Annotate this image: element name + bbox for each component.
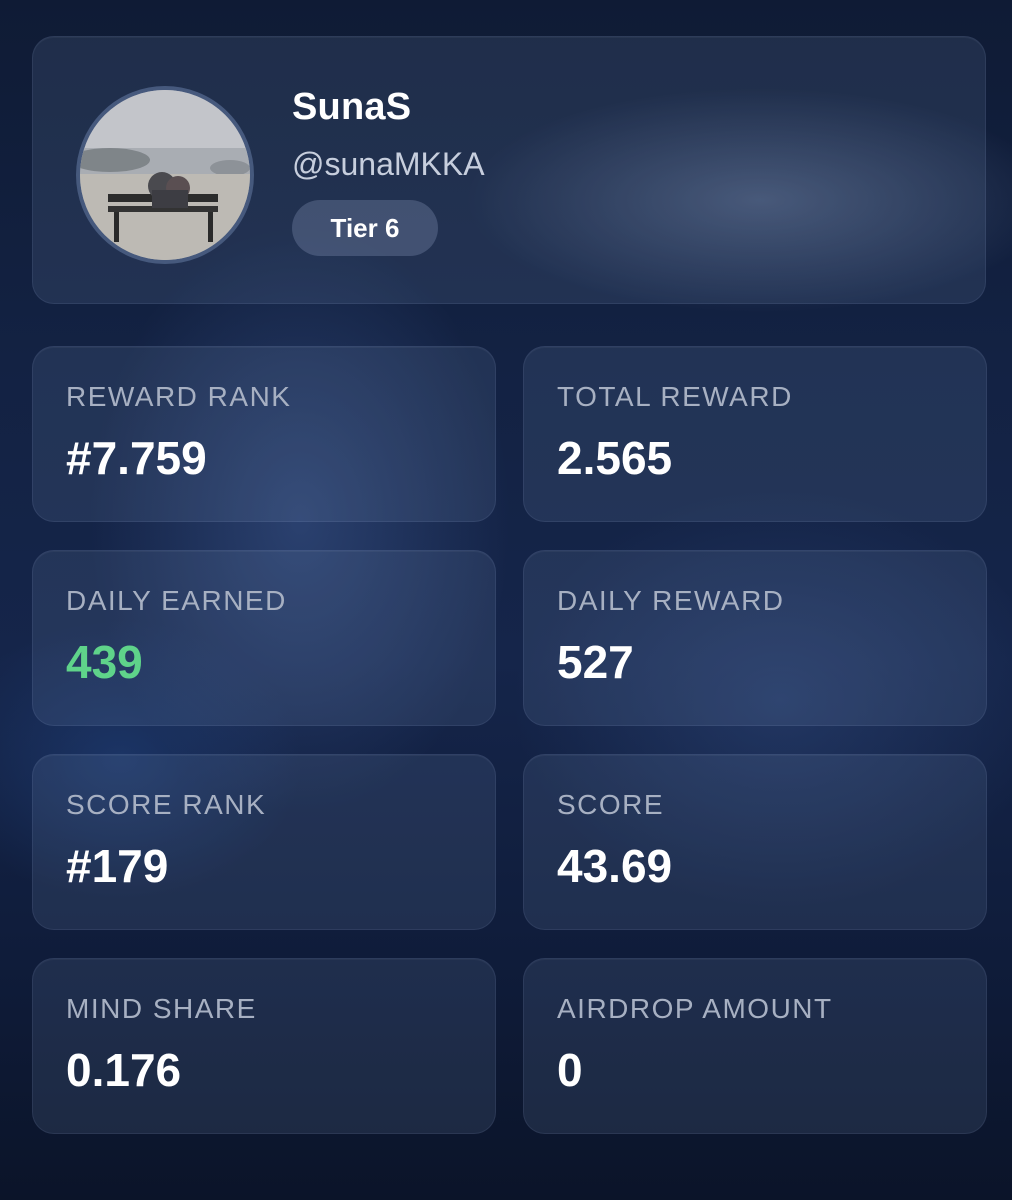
stat-value: 43.69 — [557, 840, 673, 892]
stat-label: DAILY REWARD — [557, 585, 785, 616]
profile-name: SunaS — [292, 86, 412, 128]
stat-label: MIND SHARE — [66, 993, 257, 1024]
stat-card-mind-share: MIND SHARE 0.176 — [32, 958, 496, 1134]
dashboard: SunaS @sunaMKKA Tier 6 REWARD RANK #7.75… — [0, 0, 1012, 1200]
stat-value: #7.759 — [66, 432, 207, 484]
stat-label: TOTAL REWARD — [557, 381, 793, 412]
stat-card-total-reward: TOTAL REWARD 2.565 — [523, 346, 987, 522]
profile-handle: @sunaMKKA — [292, 146, 485, 182]
stat-value: 0.176 — [66, 1044, 182, 1096]
stat-label: SCORE RANK — [66, 789, 267, 820]
stat-value: 0 — [557, 1044, 583, 1096]
stat-value: 439 — [66, 636, 143, 688]
avatar[interactable] — [76, 86, 254, 264]
stat-card-score-rank: SCORE RANK #179 — [32, 754, 496, 930]
avatar-photo — [80, 90, 250, 260]
stat-value: 527 — [557, 636, 634, 688]
stat-label: AIRDROP AMOUNT — [557, 993, 833, 1024]
tier-badge: Tier 6 — [292, 200, 438, 256]
stat-value: #179 — [66, 840, 169, 892]
stat-card-daily-earned: DAILY EARNED 439 — [32, 550, 496, 726]
stat-card-daily-reward: DAILY REWARD 527 — [523, 550, 987, 726]
stat-label: REWARD RANK — [66, 381, 292, 412]
stat-card-airdrop-amount: AIRDROP AMOUNT 0 — [523, 958, 987, 1134]
stat-card-reward-rank: REWARD RANK #7.759 — [32, 346, 496, 522]
stat-card-score: SCORE 43.69 — [523, 754, 987, 930]
stat-label: DAILY EARNED — [66, 585, 287, 616]
stat-label: SCORE — [557, 789, 665, 820]
stat-value: 2.565 — [557, 432, 673, 484]
